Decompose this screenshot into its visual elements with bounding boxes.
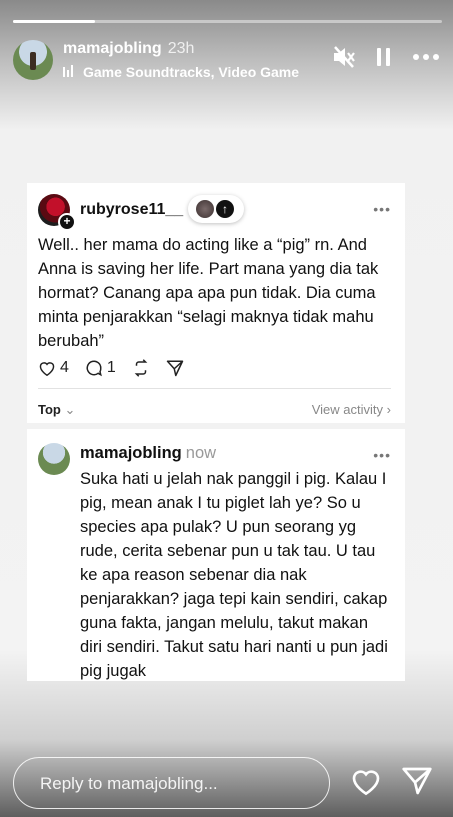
mute-icon[interactable]: [332, 46, 356, 68]
heart-icon[interactable]: [350, 766, 382, 801]
like-button[interactable]: 4: [38, 359, 69, 377]
follow-plus-icon[interactable]: +: [58, 213, 76, 231]
comment-icon: [86, 360, 102, 377]
chevron-down-icon: ⌄: [64, 402, 76, 417]
comment-button[interactable]: 1: [85, 359, 116, 377]
more-icon[interactable]: [412, 53, 440, 61]
header-controls: [332, 46, 440, 68]
thread-post-card[interactable]: + rubyrose11__ ↑ ••• Well.. her mama do …: [27, 183, 405, 423]
like-count: 4: [60, 359, 69, 376]
music-label[interactable]: Game Soundtracks, Video Game: [63, 64, 299, 80]
sort-dropdown[interactable]: Top ⌄: [38, 402, 75, 418]
avatar[interactable]: [38, 443, 70, 475]
reply-placeholder: Reply to mamajobling...: [40, 774, 218, 793]
story-username[interactable]: mamajobling 23h: [63, 40, 194, 58]
heart-icon: [39, 362, 55, 376]
reply-avatars-pill[interactable]: ↑: [188, 195, 244, 223]
pause-icon[interactable]: [376, 47, 392, 67]
divider: [38, 388, 391, 389]
reply-input[interactable]: Reply to mamajobling...: [13, 757, 330, 809]
share-button[interactable]: [166, 359, 184, 377]
story-time: 23h: [167, 40, 195, 57]
comment-count: 1: [106, 359, 116, 376]
chevron-right-icon: ›: [386, 402, 391, 417]
music-bars-icon: [63, 64, 77, 80]
repost-button[interactable]: [132, 359, 150, 377]
view-activity-link[interactable]: View activity ›: [312, 402, 391, 417]
send-icon: [166, 360, 184, 377]
reply-username[interactable]: mamajobling now: [80, 444, 216, 463]
avatar: [196, 200, 214, 218]
more-icon[interactable]: •••: [373, 201, 391, 217]
reply-text: Suka hati u jelah nak panggil i pig. Kal…: [80, 470, 388, 680]
send-icon[interactable]: [401, 766, 433, 801]
reply-post-card[interactable]: mamajobling now ••• Suka hati u jelah nak…: [27, 429, 405, 681]
post-text: Well.. her mama do acting like a “pig” r…: [38, 236, 379, 350]
avatar[interactable]: [13, 40, 53, 80]
post-username[interactable]: rubyrose11__: [80, 201, 183, 219]
story-header: mamajobling 23h Game Soundtracks, Video G…: [13, 38, 440, 82]
story-progress-bar: [13, 20, 442, 23]
repost-icon: [134, 359, 148, 377]
story-progress-fill: [13, 20, 95, 23]
reply-time: now: [185, 444, 217, 462]
arrow-up-icon: ↑: [216, 200, 234, 218]
more-icon[interactable]: •••: [373, 447, 391, 463]
post-actions: 4 1: [38, 359, 184, 377]
